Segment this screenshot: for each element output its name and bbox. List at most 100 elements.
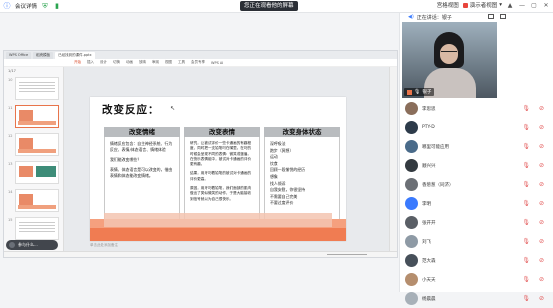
mic-muted-icon[interactable]: 🎙: [522, 143, 530, 150]
camera-off-icon[interactable]: ⊘: [539, 181, 544, 188]
avatar: [405, 216, 418, 229]
participant-row[interactable]: 顺兴兴 🎙 ⊘: [400, 156, 553, 175]
presenter-view-button[interactable]: 演示者视图 ▾: [462, 1, 502, 9]
vertical-scrollbar[interactable]: [389, 67, 397, 251]
meeting-title[interactable]: 会议详情: [15, 2, 37, 10]
minimize-button[interactable]: —: [518, 2, 526, 9]
menu-item[interactable]: 开始: [74, 60, 81, 65]
slide-thumbnail[interactable]: 12: [8, 133, 59, 156]
avatar: [405, 197, 418, 210]
pin-icon[interactable]: ▲: [506, 2, 514, 9]
mic-muted-icon[interactable]: 🎙: [522, 181, 530, 188]
notes-placeholder[interactable]: 单击此处添加备注: [90, 243, 118, 248]
slide-thumbnail[interactable]: 10: [8, 77, 59, 100]
list-item: 回顾一段愉悦的经历: [270, 167, 306, 173]
participant-row[interactable]: 张开开 🎙 ⊘: [400, 213, 553, 232]
column-header: 改变身体状态: [264, 127, 340, 137]
participant-row[interactable]: PTY-D 🎙 ⊘: [400, 118, 553, 137]
participant-row[interactable]: 小天天 🎙 ⊘: [400, 270, 553, 289]
list-item: 不需要自己完美: [270, 193, 298, 199]
current-slide[interactable]: 改变反应： ↖ 改变情绪 情绪反应包含：自主神经系统、行为反应、表情/体态语言、…: [90, 97, 346, 241]
shield-icon[interactable]: ⛨: [41, 2, 49, 10]
close-button[interactable]: ✕: [542, 2, 550, 9]
maximize-button[interactable]: ▢: [530, 2, 538, 9]
menu-item[interactable]: 插入: [87, 60, 94, 65]
camera-off-icon[interactable]: ⊘: [539, 105, 544, 112]
signal-icon[interactable]: ▮: [53, 2, 61, 10]
slide-thumbnail[interactable]: 15: [8, 217, 59, 240]
slide-column-emotion: 改变情绪 情绪反应包含：自主神经系统、行为反应、表情/体态语言、情绪体验 我们能…: [104, 127, 180, 221]
chevron-down-icon: ▾: [499, 2, 502, 8]
thumb-block: [19, 166, 33, 177]
participant-row[interactable]: 李明 🎙 ⊘: [400, 194, 553, 213]
wps-tab[interactable]: 稻壳模板: [33, 51, 54, 59]
menu-item[interactable]: 动画: [126, 60, 133, 65]
mic-muted-icon[interactable]: 🎙: [522, 276, 530, 283]
chat-preview-text: 参与什么...: [18, 242, 38, 247]
menu-item[interactable]: 工具: [178, 60, 185, 65]
view-mode-button[interactable]: 宫格视图: [437, 1, 459, 9]
column-paragraph: 研究，让被试评价一些卡通画的有趣程度，同时把一支铅笔叼在嘴里。在叼的时候会呈现不…: [190, 141, 252, 167]
menu-item[interactable]: 视图: [165, 60, 172, 65]
camera-off-icon[interactable]: ⊘: [539, 257, 544, 264]
camera-off-icon[interactable]: ⊘: [539, 124, 544, 131]
camera-off-icon[interactable]: ⊘: [539, 295, 544, 302]
slide-canvas[interactable]: 改变反应： ↖ 改变情绪 情绪反应包含：自主神经系统、行为反应、表情/体态语言、…: [66, 67, 389, 251]
zoom-slider[interactable]: [327, 254, 367, 255]
slide-thumbnail[interactable]: 14: [8, 189, 59, 212]
slide-thumbnail-selected[interactable]: 11: [8, 105, 59, 128]
menu-item[interactable]: WPS AI: [211, 61, 223, 65]
mic-muted-icon[interactable]: 🎙: [522, 105, 530, 112]
list-item: 运动: [270, 154, 278, 160]
participant-row[interactable]: 刘飞 🎙 ⊘: [400, 232, 553, 251]
thumb-band: [18, 149, 56, 153]
participant-name: 张开开: [422, 220, 436, 226]
camera-off-icon[interactable]: ⊘: [539, 200, 544, 207]
mic-muted-icon[interactable]: 🎙: [522, 200, 530, 207]
thumb-number: 14: [8, 190, 13, 194]
wps-tab-active[interactable]: 已经找到的课件.pptx: [55, 51, 95, 59]
mic-muted-icon[interactable]: 🎙: [522, 162, 530, 169]
chat-preview-bubble[interactable]: 参与什么...: [6, 240, 58, 250]
wps-tab[interactable]: WPS Office: [6, 51, 32, 59]
layout-icon[interactable]: [488, 14, 494, 19]
participant-name: 杨晨晨: [422, 296, 436, 302]
list-item: 找人倾诉: [270, 180, 286, 186]
video-person-face: [440, 44, 458, 64]
speaker-icon: ◀): [408, 14, 414, 20]
menu-item[interactable]: 审阅: [152, 60, 159, 65]
speaking-name: 银子: [441, 14, 452, 21]
participant-name: 范大森: [422, 258, 436, 264]
camera-off-icon[interactable]: ⊘: [539, 219, 544, 226]
menu-item[interactable]: 放映: [139, 60, 146, 65]
participant-row[interactable]: 李思思 🎙 ⊘: [400, 99, 553, 118]
slide-thumbnail[interactable]: 13: [8, 161, 59, 184]
camera-off-icon[interactable]: ⊘: [539, 162, 544, 169]
mic-muted-icon[interactable]: 🎙: [522, 238, 530, 245]
participants-panel: ◀) 正在讲话： 银子 🎙 银子 李思思 🎙 ⊘ PTY-D 🎙 ⊘ 哪里可能应用 🎙 ⊘ 顺兴兴…: [399, 13, 553, 305]
menu-item[interactable]: 切换: [113, 60, 120, 65]
menu-item[interactable]: 会员专享: [191, 60, 205, 65]
layout-icon[interactable]: [500, 14, 506, 19]
menu-item[interactable]: 设计: [100, 60, 107, 65]
mic-icon: 🎙: [414, 89, 421, 95]
mic-muted-icon[interactable]: 🎙: [522, 295, 530, 302]
slide-thumbnails[interactable]: 1/17 10 11 12 13 14 15 参与什么...: [4, 67, 64, 251]
mic-muted-icon[interactable]: 🎙: [522, 257, 530, 264]
camera-off-icon[interactable]: ⊘: [539, 143, 544, 150]
thumb-number: 13: [8, 162, 13, 166]
thumb-number: 15: [8, 218, 13, 222]
participant-row[interactable]: 范大森 🎙 ⊘: [400, 251, 553, 270]
speaker-video[interactable]: 🎙 银子: [402, 22, 497, 98]
list-item: 跑步（冥想）: [270, 147, 294, 153]
camera-off-icon[interactable]: ⊘: [539, 276, 544, 283]
mic-muted-icon[interactable]: 🎙: [522, 124, 530, 131]
participant-row[interactable]: 哪里可能应用 🎙 ⊘: [400, 137, 553, 156]
camera-off-icon[interactable]: ⊘: [539, 238, 544, 245]
video-person-glasses: [441, 51, 457, 54]
participant-row[interactable]: 香葱葱（同济） 🎙 ⊘: [400, 175, 553, 194]
participant-name: 小天天: [422, 277, 436, 283]
column-paragraph: 我们能改变哪些？: [110, 157, 142, 162]
meeting-info-icon[interactable]: ⓘ: [3, 2, 11, 10]
mic-muted-icon[interactable]: 🎙: [522, 219, 530, 226]
